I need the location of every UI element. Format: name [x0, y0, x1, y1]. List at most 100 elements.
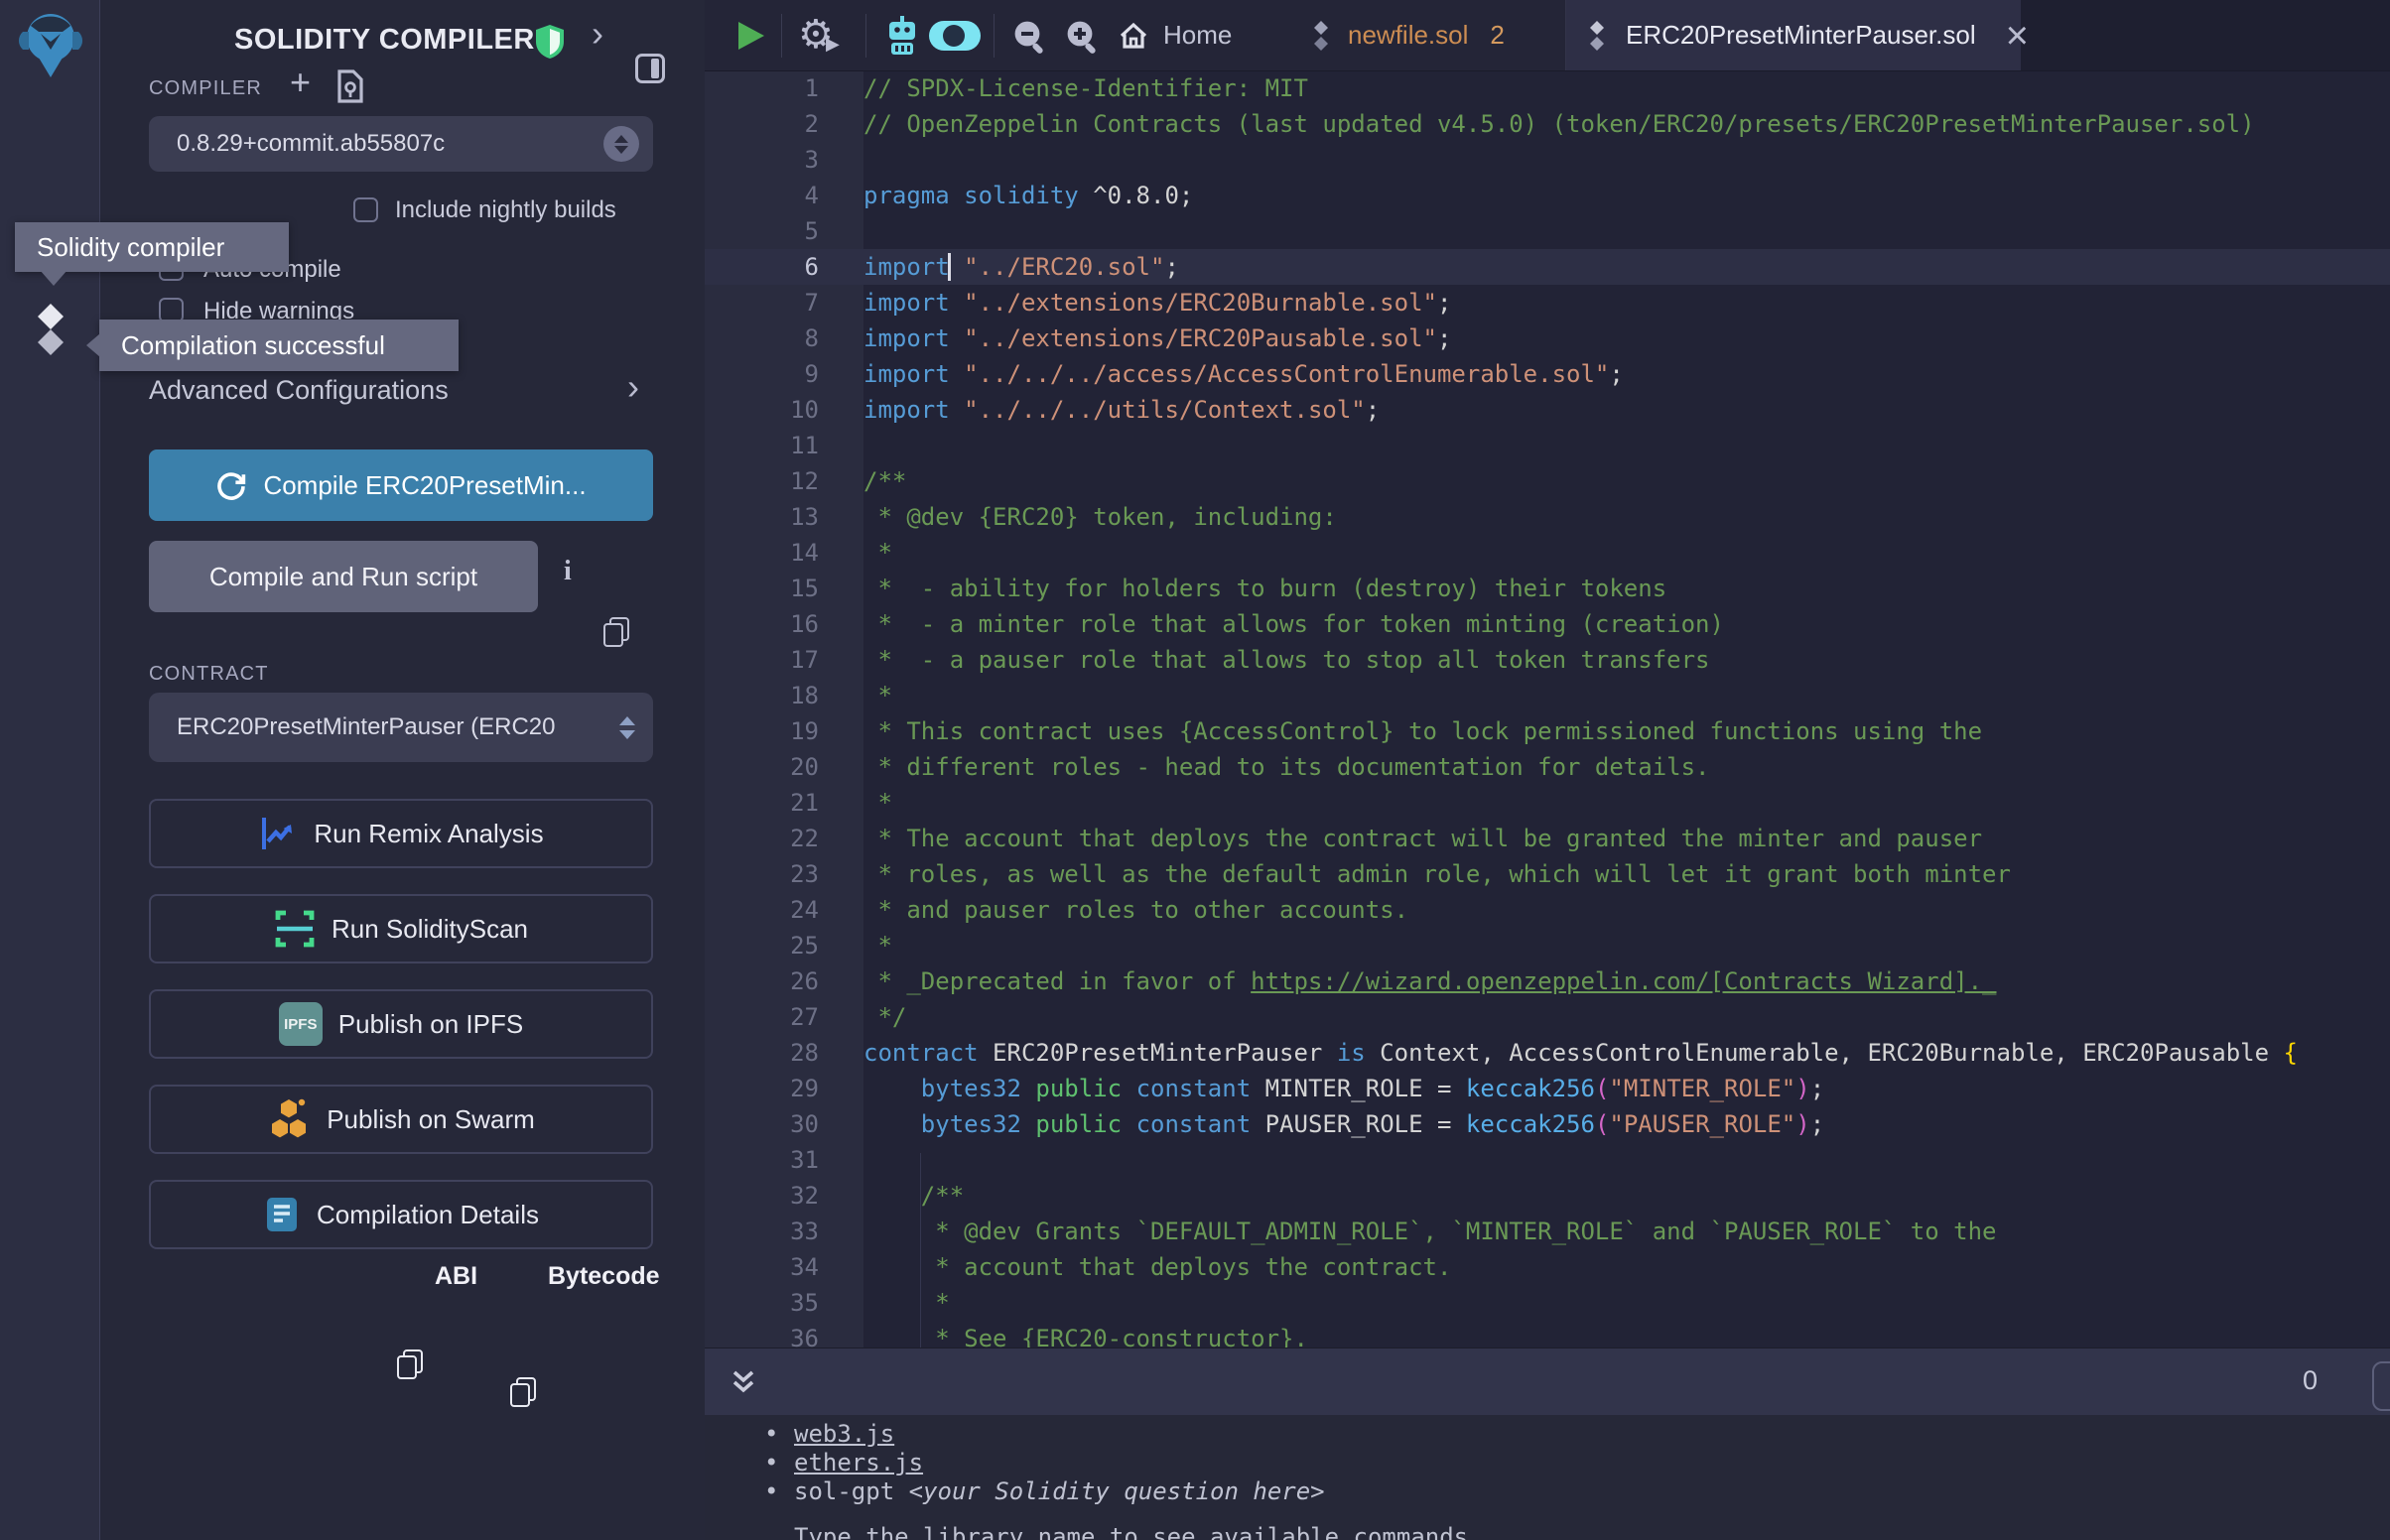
code-text: * — [863, 678, 892, 713]
solidity-compiler-icon[interactable] — [28, 304, 73, 355]
code-line[interactable]: 12/** — [705, 463, 2390, 499]
publish-ipfs-button[interactable]: IPFS Publish on IPFS — [149, 989, 653, 1059]
compiler-version-select[interactable]: 0.8.29+commit.ab55807c — [149, 116, 653, 172]
code-line[interactable]: 16 * - a minter role that allows for tok… — [705, 606, 2390, 642]
code-line[interactable]: 31 — [705, 1142, 2390, 1178]
code-line[interactable]: 25 * — [705, 928, 2390, 963]
copy-abi-icon[interactable] — [397, 1349, 421, 1377]
code-line[interactable]: 10import "../../../utils/Context.sol"; — [705, 392, 2390, 428]
run-script-play-icon[interactable] — [738, 22, 764, 50]
code-editor[interactable]: 1// SPDX-License-Identifier: MIT2// Open… — [705, 70, 2390, 1348]
tab-erc20-preset-minter-pauser[interactable]: ERC20PresetMinterPauser.sol × — [1584, 0, 2029, 70]
line-number: 3 — [705, 142, 819, 178]
indent-guide — [920, 1153, 921, 1348]
code-text: import "../../../utils/Context.sol"; — [863, 392, 1380, 428]
copy-bytecode-icon[interactable] — [510, 1377, 534, 1405]
code-text: * See {ERC20-constructor}. — [863, 1321, 1308, 1348]
code-line[interactable]: 23 * roles, as well as the default admin… — [705, 856, 2390, 892]
shield-icon[interactable] — [534, 24, 566, 60]
code-line[interactable]: 21 * — [705, 785, 2390, 821]
terminal-link[interactable]: ethers.js — [794, 1449, 923, 1476]
code-line[interactable]: 26 * _Deprecated in favor of https://wiz… — [705, 963, 2390, 999]
code-line[interactable]: 2// OpenZeppelin Contracts (last updated… — [705, 106, 2390, 142]
line-number: 2 — [705, 106, 819, 142]
code-text: import "../extensions/ERC20Burnable.sol"… — [863, 285, 1451, 321]
run-solidityscan-button[interactable]: Run SolidityScan — [149, 894, 653, 963]
code-line[interactable]: 7 import "../extensions/ERC20Burnable.sol… — [705, 285, 2390, 321]
code-text: * _Deprecated in favor of https://wizard… — [863, 963, 1997, 999]
code-text: * roles, as well as the default admin ro… — [863, 856, 2011, 892]
code-line[interactable]: 11 — [705, 428, 2390, 463]
code-line[interactable]: 4pragma solidity ^0.8.0; — [705, 178, 2390, 213]
code-line[interactable]: 30 bytes32 public constant PAUSER_ROLE =… — [705, 1106, 2390, 1142]
code-line[interactable]: 1// SPDX-License-Identifier: MIT — [705, 70, 2390, 106]
code-line[interactable]: 34 * account that deploys the contract. — [705, 1249, 2390, 1285]
version-spinner-icon[interactable] — [603, 126, 639, 162]
code-line[interactable]: 32 /** — [705, 1178, 2390, 1214]
publish-swarm-button[interactable]: Publish on Swarm — [149, 1085, 653, 1154]
advanced-expand-icon[interactable]: › — [627, 369, 639, 405]
copy-icon[interactable] — [603, 617, 627, 645]
close-tab-icon[interactable]: × — [2006, 16, 2029, 56]
code-line[interactable]: 18 * — [705, 678, 2390, 713]
remix-logo[interactable] — [15, 6, 86, 81]
code-line[interactable]: 8import "../extensions/ERC20Pausable.sol… — [705, 321, 2390, 356]
nightly-builds-checkbox[interactable] — [353, 197, 378, 222]
code-line[interactable]: 27 */ — [705, 999, 2390, 1035]
bullet: • — [764, 1477, 794, 1506]
tab-strip-empty-area — [2021, 0, 2390, 70]
toolbar-divider — [865, 14, 866, 58]
nightly-builds-label[interactable]: Include nightly builds — [395, 196, 616, 224]
terminal-link[interactable]: web3.js — [794, 1420, 894, 1448]
tab-home[interactable]: Home — [1118, 0, 1232, 70]
code-line[interactable]: 33 * @dev Grants `DEFAULT_ADMIN_ROLE`, `… — [705, 1214, 2390, 1249]
code-line[interactable]: 5 — [705, 213, 2390, 249]
code-line[interactable]: 24 * and pauser roles to other accounts. — [705, 892, 2390, 928]
info-icon[interactable]: i — [564, 556, 572, 587]
terminal-right-control[interactable] — [2372, 1361, 2390, 1411]
compiler-file-icon[interactable] — [335, 69, 365, 103]
zoom-in-icon[interactable] — [1064, 18, 1102, 56]
line-number: 35 — [705, 1285, 819, 1321]
bytecode-button[interactable]: Bytecode — [548, 1262, 660, 1291]
run-remix-analysis-button[interactable]: Run Remix Analysis — [149, 799, 653, 868]
code-line[interactable]: 28contract ERC20PresetMinterPauser is Co… — [705, 1035, 2390, 1071]
ai-copilot-robot-icon[interactable] — [881, 14, 923, 58]
panel-forward-icon[interactable]: › — [592, 16, 603, 52]
zoom-out-icon[interactable] — [1011, 18, 1049, 56]
contract-spinner-icon[interactable] — [619, 716, 635, 739]
code-line[interactable]: 36 * See {ERC20-constructor}. — [705, 1321, 2390, 1348]
line-number: 34 — [705, 1249, 819, 1285]
code-line[interactable]: 15 * - ability for holders to burn (dest… — [705, 571, 2390, 606]
refresh-icon — [215, 469, 247, 501]
pin-panel-icon[interactable] — [635, 54, 665, 83]
terminal-bar[interactable]: 0 — [705, 1348, 2390, 1415]
code-line[interactable]: 13 * @dev {ERC20} token, including: — [705, 499, 2390, 535]
line-number: 7 — [705, 285, 819, 321]
tab-newfile[interactable]: newfile.sol 2 — [1308, 0, 1505, 70]
compile-and-run-button[interactable]: Compile and Run script — [149, 541, 538, 612]
code-line[interactable]: 35 * — [705, 1285, 2390, 1321]
line-number: 28 — [705, 1035, 819, 1071]
advanced-configurations[interactable]: Advanced Configurations — [149, 375, 449, 406]
line-number: 20 — [705, 749, 819, 785]
abi-button[interactable]: ABI — [435, 1262, 477, 1291]
ipfs-icon: IPFS — [279, 1002, 323, 1046]
compilation-details-button[interactable]: Compilation Details — [149, 1180, 653, 1249]
code-line[interactable]: 14 * — [705, 535, 2390, 571]
script-config-gear-icon[interactable]: ⚙▶ — [798, 12, 834, 58]
code-line[interactable]: 3 — [705, 142, 2390, 178]
contract-select[interactable]: ERC20PresetMinterPauser (ERC20 — [149, 693, 653, 762]
compile-button[interactable]: Compile ERC20PresetMin... — [149, 449, 653, 521]
code-line[interactable]: 19 * This contract uses {AccessControl} … — [705, 713, 2390, 749]
code-text: bytes32 public constant MINTER_ROLE = ke… — [863, 1071, 1824, 1106]
code-line[interactable]: 6import "../ERC20.sol"; — [705, 249, 2390, 285]
terminal-collapse-icon[interactable] — [729, 1366, 758, 1398]
code-line[interactable]: 22 * The account that deploys the contra… — [705, 821, 2390, 856]
code-line[interactable]: 20 * different roles - head to its docum… — [705, 749, 2390, 785]
ai-copilot-toggle[interactable] — [929, 21, 981, 51]
code-line[interactable]: 29 bytes32 public constant MINTER_ROLE =… — [705, 1071, 2390, 1106]
code-line[interactable]: 9import "../../../access/AccessControlEn… — [705, 356, 2390, 392]
code-line[interactable]: 17 * - a pauser role that allows to stop… — [705, 642, 2390, 678]
add-compiler-icon[interactable]: + — [290, 62, 311, 103]
